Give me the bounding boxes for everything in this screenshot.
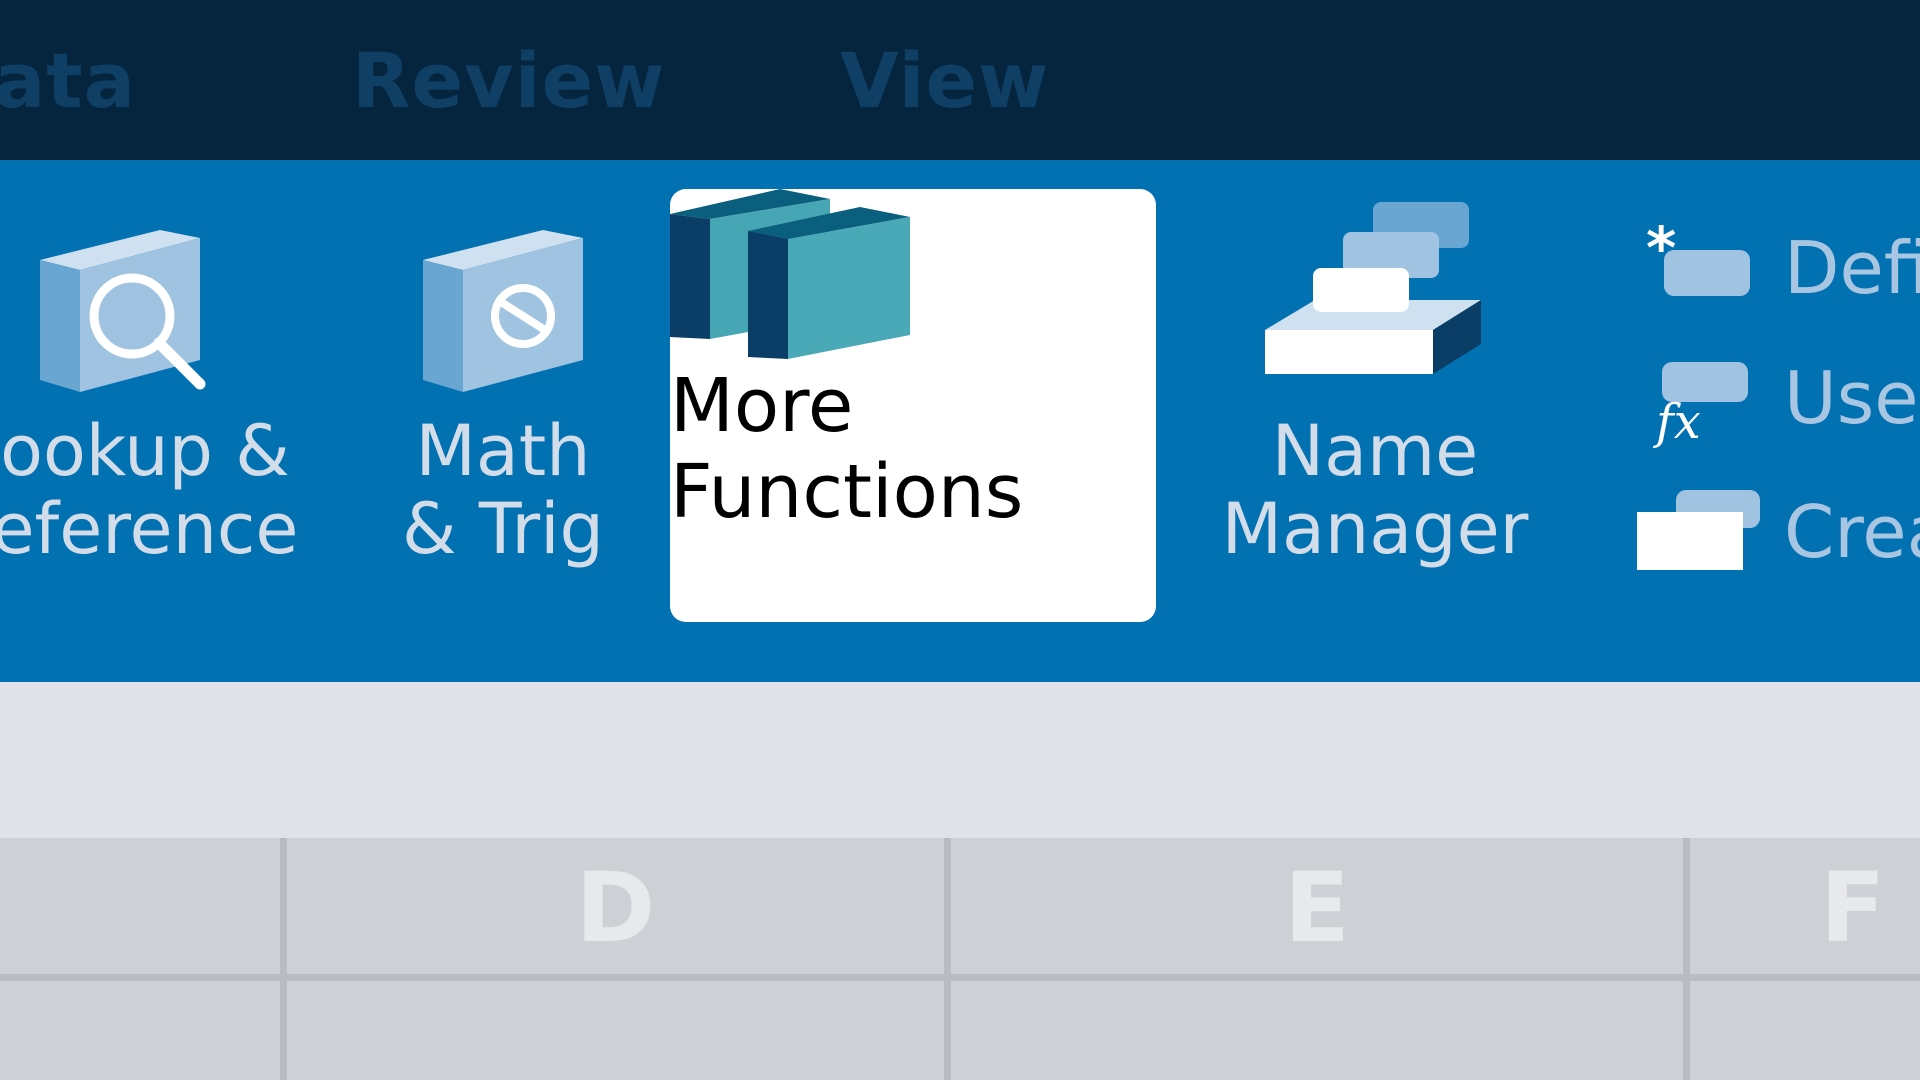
grid-cell[interactable] bbox=[287, 981, 944, 1080]
formula-bar[interactable] bbox=[0, 682, 1920, 838]
ribbon-tab-bar: ata Review View bbox=[0, 0, 1920, 160]
column-divider[interactable] bbox=[1683, 838, 1690, 1080]
define-name-label: Defi bbox=[1784, 226, 1920, 310]
column-divider[interactable] bbox=[280, 838, 287, 1080]
create-from-selection-icon bbox=[1637, 490, 1760, 570]
define-name-icon: * bbox=[1646, 214, 1750, 296]
define-name-button[interactable]: * Defi bbox=[1634, 214, 1920, 318]
grid-cell[interactable] bbox=[1690, 981, 1920, 1080]
use-in-formula-label: Use bbox=[1784, 356, 1919, 440]
math-trig-button[interactable]: Math & Trig bbox=[368, 230, 638, 590]
more-functions-label-line1: More bbox=[670, 363, 854, 449]
column-header-e[interactable]: E bbox=[951, 858, 1683, 958]
column-header-f[interactable]: F bbox=[1820, 858, 1920, 958]
lookup-label-line2: eference bbox=[0, 488, 299, 570]
math-label-line1: Math bbox=[415, 410, 591, 492]
tab-review[interactable]: Review bbox=[352, 36, 665, 126]
math-label-line2: & Trig bbox=[402, 488, 604, 570]
column-header-d[interactable]: D bbox=[287, 858, 944, 958]
create-from-selection-label: Crea bbox=[1784, 490, 1920, 574]
more-functions-label-line2: Functions bbox=[670, 449, 1024, 535]
lookup-reference-button[interactable]: ookup & eference bbox=[0, 230, 300, 590]
svg-text:*: * bbox=[1646, 214, 1676, 282]
name-manager-icon bbox=[1265, 202, 1481, 374]
svg-text:fx: fx bbox=[1653, 394, 1701, 450]
more-functions-button[interactable]: More Functions bbox=[670, 189, 1156, 622]
math-book-icon bbox=[423, 230, 583, 392]
name-manager-button[interactable]: Name Manager bbox=[1210, 202, 1540, 592]
app-window: ata Review View ookup & eference Math & … bbox=[0, 0, 1920, 1080]
name-manager-label-line1: Name bbox=[1271, 410, 1479, 492]
lookup-label-line1: ookup & bbox=[0, 410, 290, 492]
formulas-ribbon: ookup & eference Math & Trig More Functi… bbox=[0, 160, 1920, 682]
tab-data[interactable]: ata bbox=[0, 36, 136, 126]
name-manager-label-line2: Manager bbox=[1221, 488, 1529, 570]
tab-view[interactable]: View bbox=[840, 36, 1049, 126]
grid-cell[interactable] bbox=[951, 981, 1683, 1080]
lookup-book-magnifier-icon bbox=[40, 230, 206, 392]
grid-cell[interactable] bbox=[0, 981, 280, 1080]
create-from-selection-button[interactable]: Crea bbox=[1634, 482, 1920, 582]
spreadsheet-grid: D E F bbox=[0, 838, 1920, 1080]
use-in-formula-button[interactable]: fx Use bbox=[1634, 348, 1920, 450]
column-divider[interactable] bbox=[944, 838, 951, 1080]
more-functions-books-icon bbox=[670, 189, 910, 359]
use-in-formula-fx-icon: fx bbox=[1653, 362, 1748, 450]
row-divider bbox=[0, 974, 1920, 981]
